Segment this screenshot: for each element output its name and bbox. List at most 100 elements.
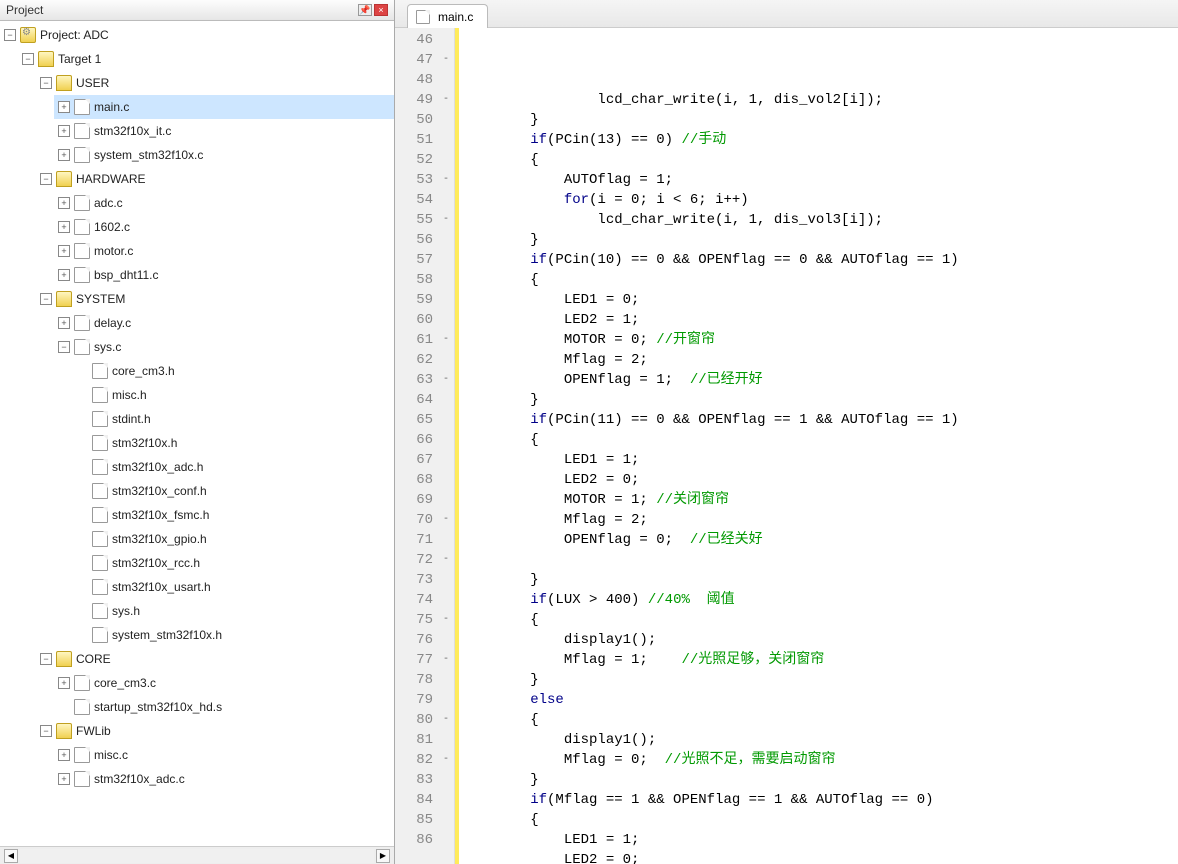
gutter-line[interactable]: 85 — [395, 810, 454, 830]
gutter-line[interactable]: 60 — [395, 310, 454, 330]
gutter-line[interactable]: 58 — [395, 270, 454, 290]
horizontal-scrollbar[interactable]: ◀ ▶ — [0, 846, 394, 864]
code-line[interactable]: LED2 = 0; — [463, 850, 1170, 864]
code-line[interactable]: if(PCin(10) == 0 && OPENflag == 0 && AUT… — [463, 250, 1170, 270]
close-icon[interactable]: × — [374, 4, 388, 16]
gutter-line[interactable]: 76 — [395, 630, 454, 650]
gutter-line[interactable]: 71 — [395, 530, 454, 550]
fold-toggle-icon[interactable]: - — [439, 50, 453, 70]
code-line[interactable]: else — [463, 690, 1170, 710]
code-line[interactable]: LED1 = 0; — [463, 290, 1170, 310]
gutter-line[interactable]: 78 — [395, 670, 454, 690]
fold-toggle-icon[interactable]: - — [439, 650, 453, 670]
expand-toggle-icon[interactable]: − — [4, 29, 16, 41]
gutter-line[interactable]: 54 — [395, 190, 454, 210]
collapse-toggle-icon[interactable]: − — [58, 341, 70, 353]
expand-toggle-icon[interactable]: + — [58, 221, 70, 233]
code-line[interactable]: LED2 = 0; — [463, 470, 1170, 490]
collapse-toggle-icon[interactable]: − — [40, 653, 52, 665]
gutter-line[interactable]: 62 — [395, 350, 454, 370]
code-line[interactable]: { — [463, 270, 1170, 290]
code-line[interactable]: Mflag = 2; — [463, 350, 1170, 370]
tree-item[interactable]: −sys.c — [54, 335, 394, 359]
tree-item[interactable]: stm32f10x.h — [72, 431, 394, 455]
tree-item[interactable]: +main.c — [54, 95, 394, 119]
gutter-line[interactable]: 46 — [395, 30, 454, 50]
tree-item[interactable]: +stm32f10x_it.c — [54, 119, 394, 143]
tree-item[interactable]: −USER — [36, 71, 394, 95]
collapse-toggle-icon[interactable]: − — [22, 53, 34, 65]
gutter-line[interactable]: 59 — [395, 290, 454, 310]
tree-item[interactable]: stdint.h — [72, 407, 394, 431]
tree-item[interactable]: +bsp_dht11.c — [54, 263, 394, 287]
tree-item[interactable]: +delay.c — [54, 311, 394, 335]
code-line[interactable]: } — [463, 390, 1170, 410]
expand-toggle-icon[interactable]: + — [58, 197, 70, 209]
collapse-toggle-icon[interactable]: − — [40, 293, 52, 305]
tree-item[interactable]: +system_stm32f10x.c — [54, 143, 394, 167]
code-line[interactable]: OPENflag = 0; //已经关好 — [463, 530, 1170, 550]
fold-toggle-icon[interactable]: - — [439, 750, 453, 770]
code-line[interactable] — [463, 550, 1170, 570]
tree-item[interactable]: +misc.c — [54, 743, 394, 767]
code-line[interactable]: if(PCin(13) == 0) //手动 — [463, 130, 1170, 150]
gutter-line[interactable]: 72- — [395, 550, 454, 570]
tree-item[interactable]: −CORE — [36, 647, 394, 671]
fold-toggle-icon[interactable]: - — [439, 170, 453, 190]
tree-item[interactable]: stm32f10x_usart.h — [72, 575, 394, 599]
gutter-line[interactable]: 51 — [395, 130, 454, 150]
tree-item[interactable]: −Target 1 — [18, 47, 394, 71]
expand-toggle-icon[interactable]: + — [58, 773, 70, 785]
expand-toggle-icon[interactable]: + — [58, 317, 70, 329]
tree-item[interactable]: −FWLib — [36, 719, 394, 743]
code-line[interactable]: Mflag = 0; //光照不足，需要启动窗帘 — [463, 750, 1170, 770]
gutter-line[interactable]: 68 — [395, 470, 454, 490]
gutter-line[interactable]: 79 — [395, 690, 454, 710]
code-line[interactable]: Mflag = 2; — [463, 510, 1170, 530]
scroll-right-icon[interactable]: ▶ — [376, 849, 390, 863]
gutter-line[interactable]: 66 — [395, 430, 454, 450]
expand-toggle-icon[interactable]: + — [58, 677, 70, 689]
tree-item[interactable]: −SYSTEM — [36, 287, 394, 311]
code-line[interactable]: LED1 = 1; — [463, 450, 1170, 470]
code-content[interactable]: lcd_char_write(i, 1, dis_vol2[i]); } if(… — [455, 28, 1178, 864]
expand-toggle-icon[interactable]: + — [58, 125, 70, 137]
tree-item[interactable]: system_stm32f10x.h — [72, 623, 394, 647]
line-gutter[interactable]: 4647-4849-50515253-5455-565758596061-626… — [395, 28, 455, 864]
pin-icon[interactable]: 📌 — [358, 4, 372, 16]
gutter-line[interactable]: 50 — [395, 110, 454, 130]
code-line[interactable]: { — [463, 150, 1170, 170]
code-line[interactable]: MOTOR = 0; //开窗帘 — [463, 330, 1170, 350]
gutter-line[interactable]: 86 — [395, 830, 454, 850]
gutter-line[interactable]: 83 — [395, 770, 454, 790]
code-line[interactable]: AUTOflag = 1; — [463, 170, 1170, 190]
gutter-line[interactable]: 64 — [395, 390, 454, 410]
tree-item[interactable]: misc.h — [72, 383, 394, 407]
fold-toggle-icon[interactable]: - — [439, 370, 453, 390]
tree-item[interactable]: +motor.c — [54, 239, 394, 263]
code-line[interactable]: lcd_char_write(i, 1, dis_vol2[i]); — [463, 90, 1170, 110]
code-line[interactable]: { — [463, 710, 1170, 730]
code-line[interactable]: } — [463, 110, 1170, 130]
gutter-line[interactable]: 75- — [395, 610, 454, 630]
project-root[interactable]: − Project: ADC — [0, 23, 394, 47]
tree-item[interactable]: stm32f10x_fsmc.h — [72, 503, 394, 527]
code-line[interactable]: } — [463, 770, 1170, 790]
collapse-toggle-icon[interactable]: − — [40, 725, 52, 737]
tree-item[interactable]: +1602.c — [54, 215, 394, 239]
code-line[interactable]: if(Mflag == 1 && OPENflag == 1 && AUTOfl… — [463, 790, 1170, 810]
gutter-line[interactable]: 55- — [395, 210, 454, 230]
expand-toggle-icon[interactable]: + — [58, 245, 70, 257]
code-line[interactable]: } — [463, 230, 1170, 250]
gutter-line[interactable]: 82- — [395, 750, 454, 770]
gutter-line[interactable]: 61- — [395, 330, 454, 350]
gutter-line[interactable]: 81 — [395, 730, 454, 750]
tab-main-c[interactable]: main.c — [407, 4, 488, 28]
fold-toggle-icon[interactable]: - — [439, 90, 453, 110]
fold-toggle-icon[interactable]: - — [439, 610, 453, 630]
expand-toggle-icon[interactable]: + — [58, 749, 70, 761]
tree-item[interactable]: startup_stm32f10x_hd.s — [54, 695, 394, 719]
gutter-line[interactable]: 56 — [395, 230, 454, 250]
gutter-line[interactable]: 67 — [395, 450, 454, 470]
tree-item[interactable]: +adc.c — [54, 191, 394, 215]
